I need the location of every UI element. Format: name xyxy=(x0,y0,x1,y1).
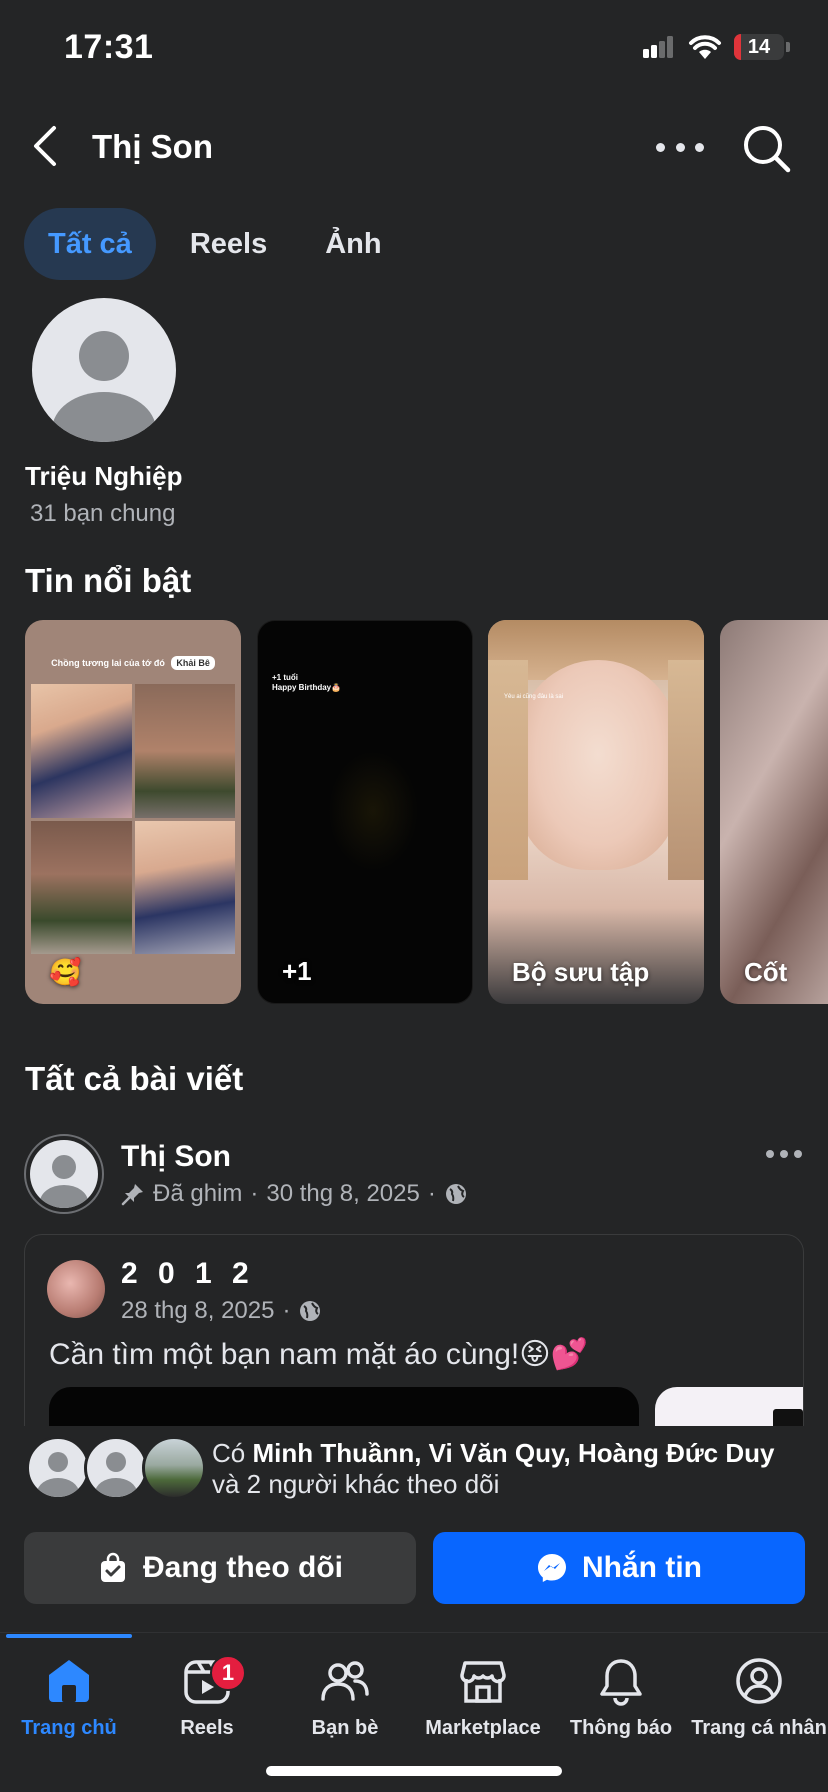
post-meta: Đã ghim · 30 thg 8, 2025 · xyxy=(121,1180,468,1208)
nav-profile[interactable]: Trang cá nhân xyxy=(690,1655,828,1740)
post-options-button[interactable] xyxy=(766,1150,802,1162)
pinned-label: Đã ghim xyxy=(153,1180,243,1207)
nav-notifications[interactable]: Thông báo xyxy=(552,1655,690,1740)
battery-indicator: 14 xyxy=(734,34,784,60)
reels-notification-badge: 1 xyxy=(210,1655,246,1691)
search-button[interactable] xyxy=(742,124,792,174)
following-check-icon xyxy=(101,1552,125,1582)
highlight-story[interactable]: Chồng tương lai của tớ đó Khải Bê 🥰 xyxy=(25,620,241,1004)
status-time: 17:31 xyxy=(64,28,154,66)
messenger-icon xyxy=(538,1554,566,1582)
nav-reels-label: Reels xyxy=(180,1717,234,1739)
globe-icon xyxy=(445,1184,466,1204)
story-label: Cốt xyxy=(744,957,788,987)
tab-all[interactable]: Tất cả xyxy=(24,208,156,280)
person-avatar[interactable] xyxy=(32,298,176,442)
shared-post-card[interactable]: 2 0 1 2 28 thg 8, 2025 · Cần tìm một bạn… xyxy=(24,1234,804,1434)
follower-names: Minh Thuầnn, Vi Văn Quy, Hoàng Đức Duy xyxy=(252,1438,775,1468)
friends-icon xyxy=(321,1661,369,1701)
person-name[interactable]: Triệu Nghiệp xyxy=(25,461,182,492)
nav-reels[interactable]: 1 Reels xyxy=(138,1655,276,1740)
nav-notifications-label: Thông báo xyxy=(569,1717,673,1739)
shared-post-date: 28 thg 8, 2025 xyxy=(121,1297,275,1324)
story-caption: Chồng tương lai của tớ đó xyxy=(51,658,165,668)
post-author-avatar[interactable] xyxy=(24,1134,104,1214)
page-title: Thị Son xyxy=(92,128,213,165)
story-caption: +1 tuổi Happy Birthday🎂 xyxy=(272,673,342,692)
marketplace-icon xyxy=(460,1661,506,1703)
tab-photos[interactable]: Ảnh xyxy=(301,208,405,280)
globe-icon xyxy=(300,1301,321,1321)
shared-post-text: Cần tìm một bạn nam mặt áo cùng!😝💕 xyxy=(49,1338,588,1371)
more-horizontal-icon xyxy=(656,142,665,152)
default-avatar-icon xyxy=(40,1155,88,1208)
post-author-name[interactable]: Thị Son xyxy=(121,1140,231,1174)
nav-friends-label: Bạn bè xyxy=(311,1717,379,1739)
pin-icon xyxy=(121,1184,143,1206)
message-label: Nhắn tin xyxy=(582,1551,702,1584)
filter-tabs: Tất cả Reels Ảnh xyxy=(24,208,406,280)
followers-prefix: Có xyxy=(212,1438,253,1468)
mutual-friends-count: 31 bạn chung xyxy=(30,500,176,527)
default-avatar-icon xyxy=(52,331,156,442)
story-label: +1 xyxy=(282,956,312,986)
back-button[interactable] xyxy=(30,124,60,168)
follower-avatar xyxy=(26,1436,90,1500)
shared-post-meta: 28 thg 8, 2025 · xyxy=(121,1297,322,1325)
message-button[interactable]: Nhắn tin xyxy=(433,1532,805,1604)
battery-level-text: 14 xyxy=(747,35,771,58)
nav-home[interactable]: Trang chủ xyxy=(0,1655,138,1740)
story-label: Bộ sưu tập xyxy=(512,957,650,987)
follower-avatar xyxy=(142,1436,206,1500)
shared-author-name[interactable]: 2 0 1 2 xyxy=(121,1257,255,1291)
posts-section-title: Tất cả bài viết xyxy=(25,1060,244,1097)
followers-text: Có Minh Thuầnn, Vi Văn Quy, Hoàng Đức Du… xyxy=(212,1438,812,1500)
home-indicator xyxy=(266,1766,562,1776)
cellular-signal-icon xyxy=(643,36,673,58)
followers-summary[interactable]: Có Minh Thuầnn, Vi Văn Quy, Hoàng Đức Du… xyxy=(0,1426,828,1520)
following-label: Đang theo dõi xyxy=(143,1551,343,1584)
story-tag: Khải Bê xyxy=(171,656,215,670)
battery-nub xyxy=(786,42,790,52)
nav-friends[interactable]: Bạn bè xyxy=(276,1655,414,1740)
post-date: 30 thg 8, 2025 xyxy=(266,1180,420,1207)
shared-author-avatar[interactable] xyxy=(47,1260,105,1318)
tab-reels[interactable]: Reels xyxy=(166,208,291,280)
story-caption: Yêu ai cũng đâu là sai xyxy=(504,694,564,700)
highlight-story[interactable]: Cốt xyxy=(720,620,828,1004)
more-options-button[interactable] xyxy=(656,130,704,164)
following-button[interactable]: Đang theo dõi xyxy=(24,1532,416,1604)
home-icon xyxy=(49,1660,89,1702)
active-tab-indicator xyxy=(6,1634,132,1638)
highlight-story[interactable]: Yêu ai cũng đâu là sai Bộ sưu tập xyxy=(488,620,704,1004)
profile-icon xyxy=(736,1658,782,1704)
more-horizontal-icon xyxy=(766,1150,774,1158)
nav-marketplace[interactable]: Marketplace xyxy=(414,1655,552,1740)
nav-profile-label: Trang cá nhân xyxy=(691,1717,827,1739)
highlight-story[interactable]: +1 tuổi Happy Birthday🎂 +1 xyxy=(257,620,473,1004)
nav-marketplace-label: Marketplace xyxy=(425,1717,541,1739)
follower-avatar xyxy=(84,1436,148,1500)
followers-suffix: và 2 người khác theo dõi xyxy=(212,1469,500,1499)
status-icons: 14 xyxy=(642,34,790,60)
story-label: 🥰 xyxy=(49,957,82,987)
highlights-title: Tin nổi bật xyxy=(25,562,192,599)
nav-home-label: Trang chủ xyxy=(21,1717,117,1739)
bell-icon xyxy=(600,1659,642,1706)
wifi-icon xyxy=(689,35,721,59)
